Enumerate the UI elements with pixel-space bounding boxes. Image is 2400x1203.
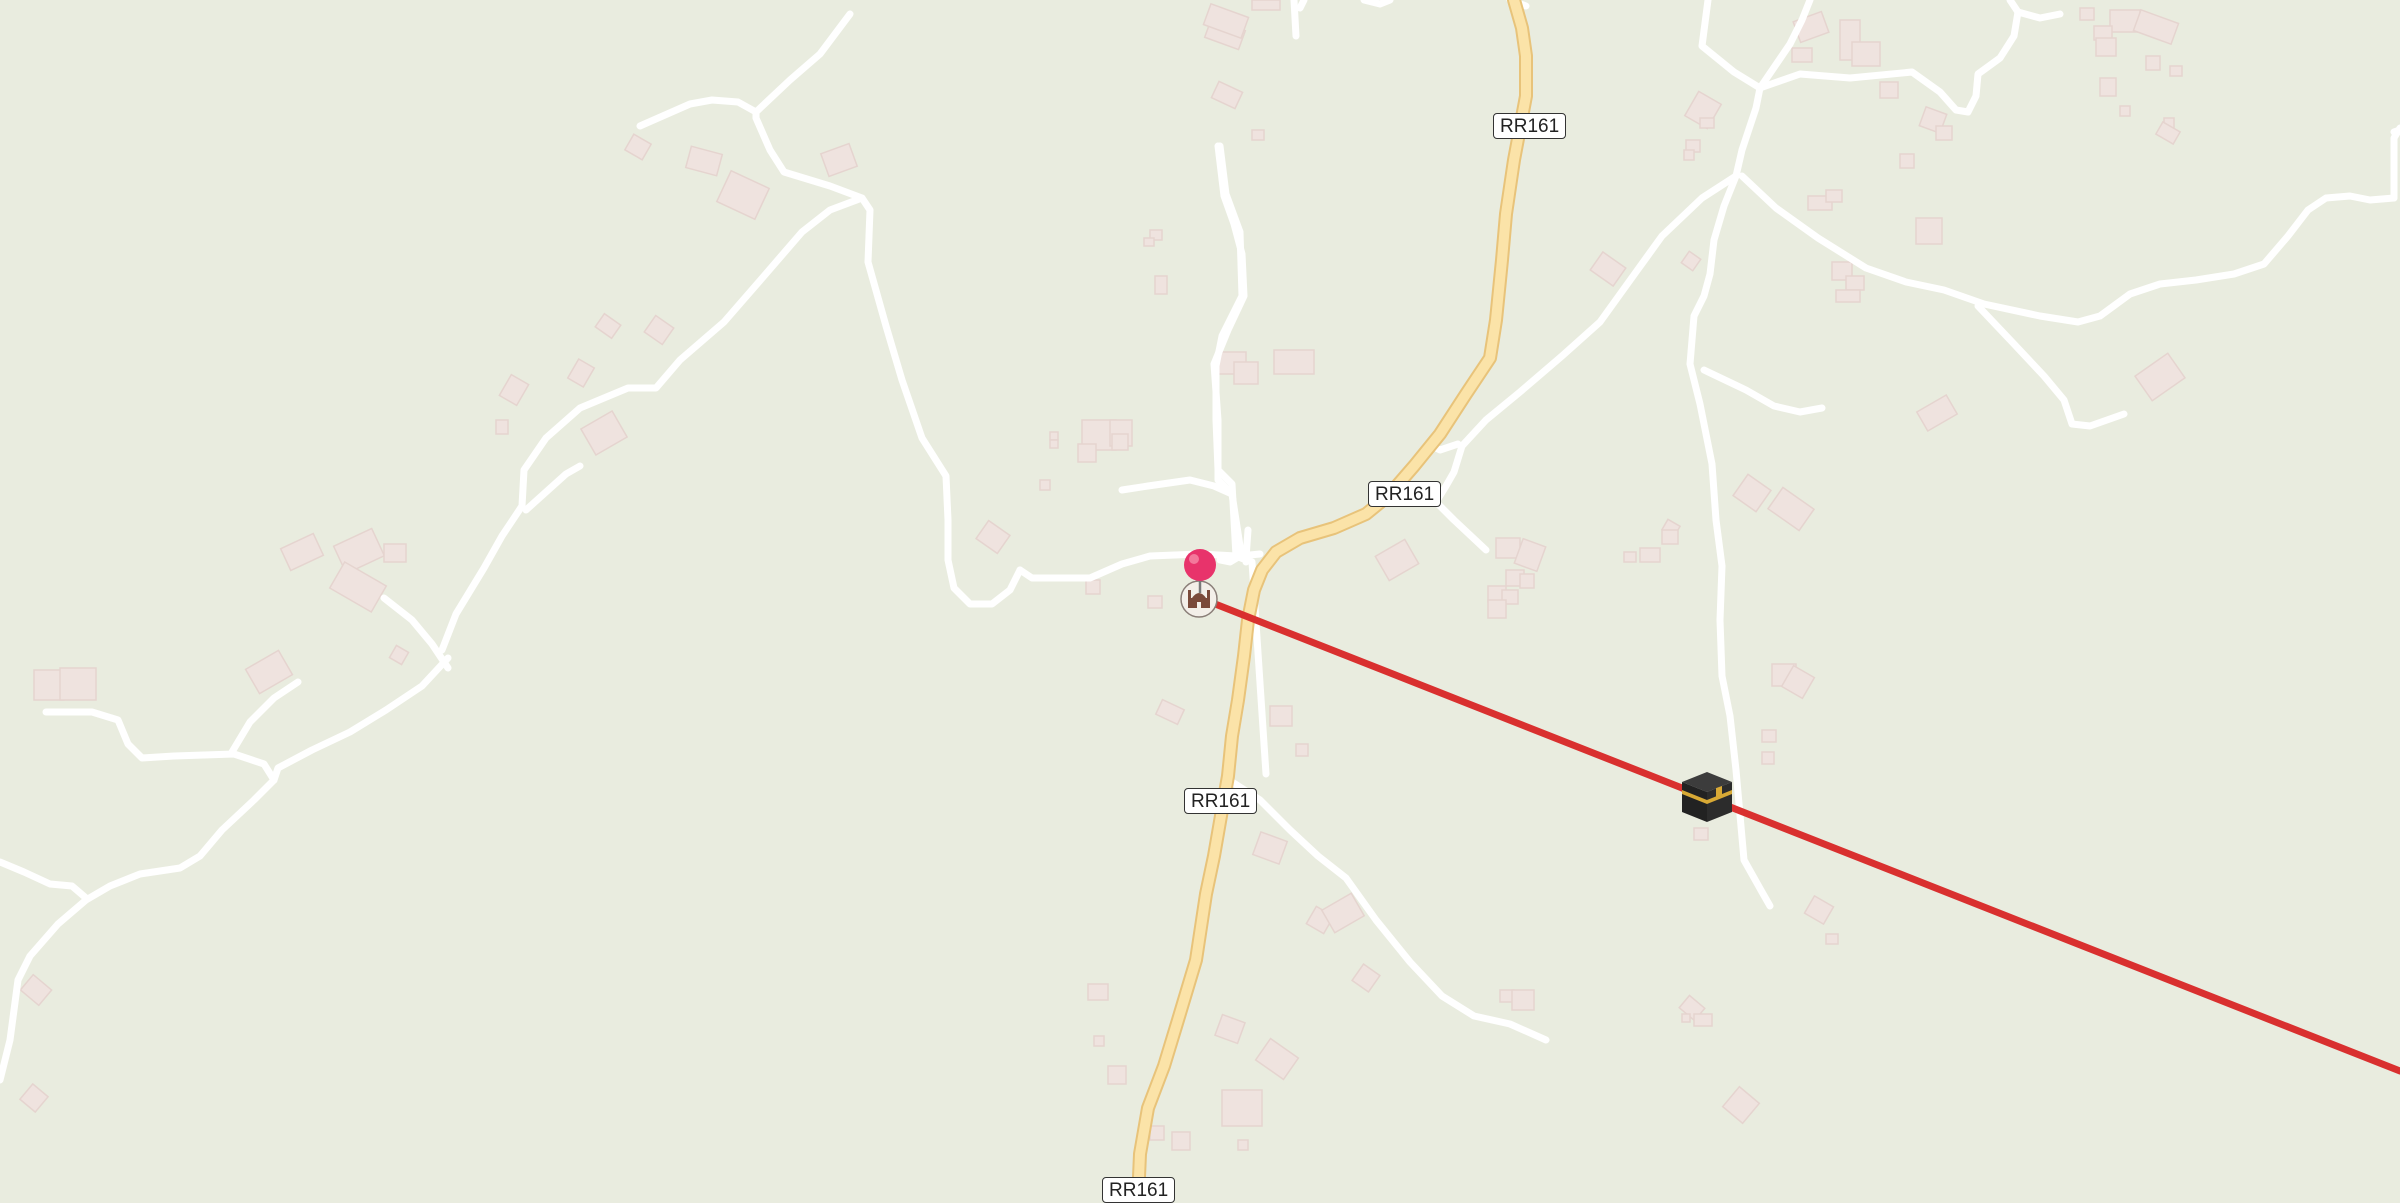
road-label-rr161: RR161	[1184, 788, 1258, 814]
road-label-rr161: RR161	[1493, 113, 1567, 139]
road-label-rr161: RR161	[1368, 481, 1442, 507]
kaaba-icon[interactable]	[1678, 768, 1736, 826]
road-label-rr161: RR161	[1102, 1177, 1176, 1203]
map-pin-icon[interactable]	[1180, 545, 1220, 595]
